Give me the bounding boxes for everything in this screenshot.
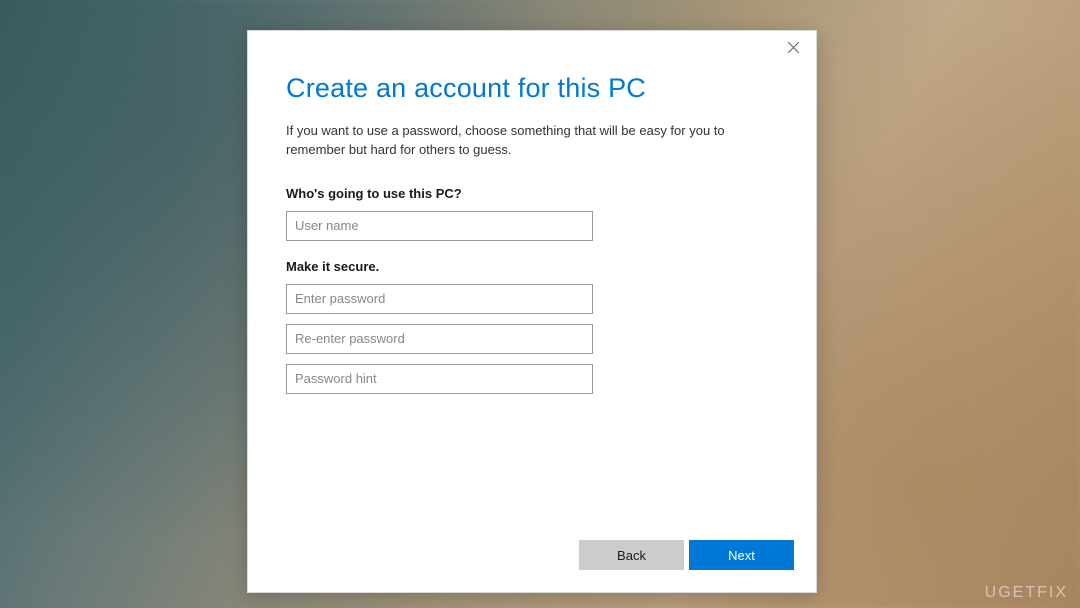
back-button[interactable]: Back <box>579 540 684 570</box>
password-section-label: Make it secure. <box>286 259 778 274</box>
close-icon <box>788 42 799 53</box>
dialog-footer: Back Next <box>248 540 816 592</box>
watermark: UGETFIX <box>985 584 1068 602</box>
next-button[interactable]: Next <box>689 540 794 570</box>
username-section-label: Who's going to use this PC? <box>286 186 778 201</box>
titlebar <box>248 31 816 63</box>
close-button[interactable] <box>786 40 800 54</box>
dialog-title: Create an account for this PC <box>286 73 778 104</box>
dialog-description: If you want to use a password, choose so… <box>286 122 778 160</box>
username-input[interactable] <box>286 211 593 241</box>
password-input[interactable] <box>286 284 593 314</box>
password-hint-input[interactable] <box>286 364 593 394</box>
dialog-content: Create an account for this PC If you wan… <box>248 63 816 540</box>
create-account-dialog: Create an account for this PC If you wan… <box>247 30 817 593</box>
password-confirm-input[interactable] <box>286 324 593 354</box>
